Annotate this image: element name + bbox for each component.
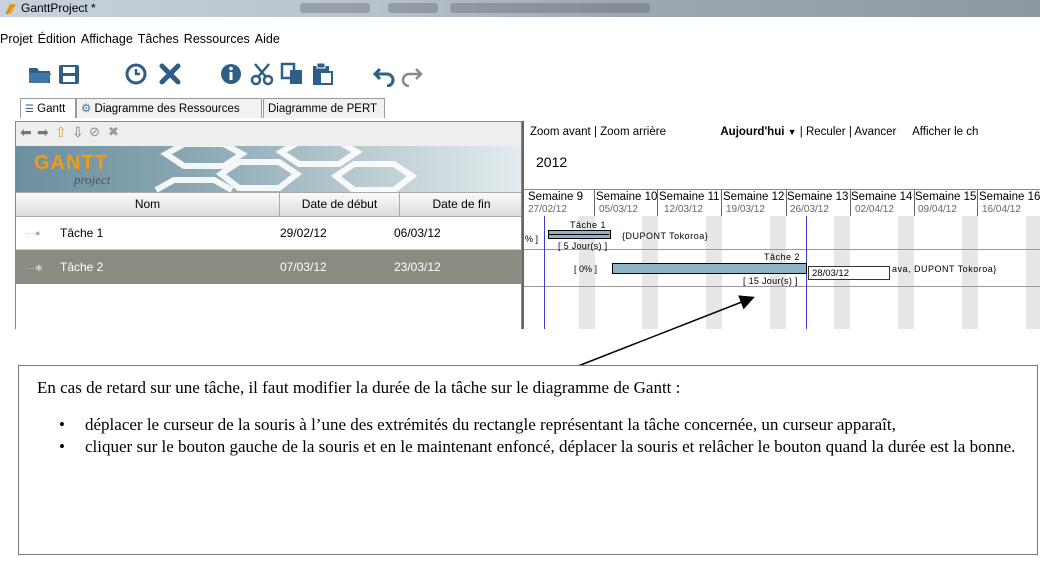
bullet-icon: • bbox=[59, 437, 65, 456]
instructions-list: • déplacer le curseur de la souris à l’un… bbox=[37, 414, 1027, 458]
bullet-icon: • bbox=[59, 415, 65, 434]
instructions-box: En cas de retard sur une tâche, il faut … bbox=[18, 365, 1038, 555]
instruction-item: • déplacer le curseur de la souris à l’un… bbox=[37, 414, 1027, 435]
instruction-text: déplacer le curseur de la souris à l’une… bbox=[85, 415, 896, 434]
instruction-text: cliquer sur le bouton gauche de la souri… bbox=[85, 437, 1016, 456]
instruction-item: • cliquer sur le bouton gauche de la sour… bbox=[37, 436, 1027, 457]
instructions-intro: En cas de retard sur une tâche, il faut … bbox=[37, 378, 681, 397]
